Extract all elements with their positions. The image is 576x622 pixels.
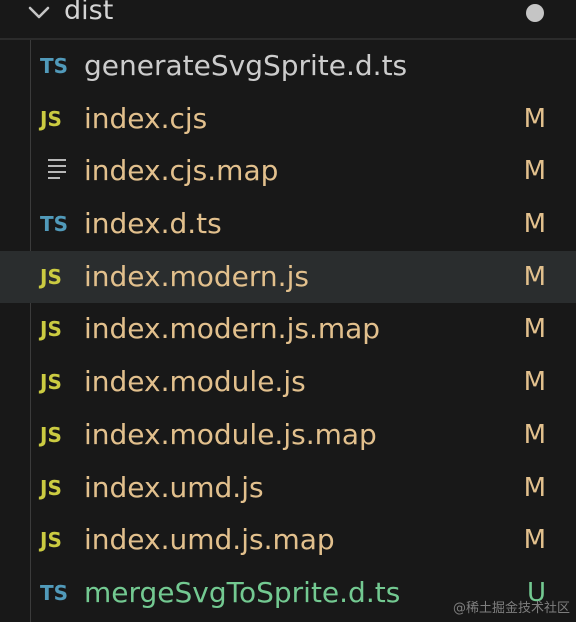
file-row[interactable]: JS index.cjs M [0,93,576,146]
file-row[interactable]: JS index.module.js M [0,356,576,409]
file-row[interactable]: JS index.modern.js M [0,250,576,304]
file-name: index.umd.js.map [84,523,335,557]
file-row[interactable]: JS index.umd.js M [0,462,576,515]
git-status-badge: M [523,261,546,292]
git-status-badge: M [523,525,546,556]
modified-dot-icon [526,4,544,22]
file-name: index.cjs [84,101,208,135]
javascript-icon: JS [40,370,62,395]
file-name: generateSvgSprite.d.ts [84,49,408,82]
file-row[interactable]: TS generateSvgSprite.d.ts [0,40,576,93]
javascript-icon: JS [40,475,62,500]
file-name: index.d.ts [84,207,222,241]
git-status-badge: M [523,367,546,398]
git-status-badge: M [523,472,546,503]
file-name: index.modern.js [84,259,309,293]
chevron-down-icon[interactable] [26,0,52,26]
javascript-icon: JS [40,264,62,289]
file-row[interactable]: TS index.d.ts M [0,198,576,251]
file-name: index.cjs.map [84,154,279,188]
file-name: index.module.js.map [84,417,377,451]
file-name: mergeSvgToSprite.d.ts [84,575,401,609]
typescript-icon: TS [40,580,69,605]
map-file-icon [48,159,80,187]
typescript-icon: TS [40,212,69,237]
typescript-icon: TS [40,54,69,78]
file-row[interactable]: index.cjs.map M [0,145,576,198]
file-name: index.module.js [84,365,306,399]
git-status-badge: M [523,156,546,187]
git-status-badge: M [523,209,546,240]
file-row[interactable]: JS index.modern.js.map M [0,303,576,356]
git-status-badge: M [523,314,546,345]
file-row[interactable]: JS index.module.js.map M [0,409,576,462]
folder-row-dist[interactable]: dist [0,0,576,38]
file-name: index.modern.js.map [84,312,381,346]
javascript-icon: JS [40,106,62,131]
javascript-icon: JS [40,422,62,447]
folder-label: dist [64,0,114,26]
git-status-badge: M [523,103,546,134]
javascript-icon: JS [40,317,62,342]
git-status-badge: M [523,419,546,450]
file-name: index.umd.js [84,470,264,504]
javascript-icon: JS [40,528,62,553]
watermark: @稀土掘金技术社区 [452,601,570,616]
file-row[interactable]: JS index.umd.js.map M [0,514,576,567]
file-list: TS generateSvgSprite.d.ts JS index.cjs Minde… [0,40,576,620]
explorer-tree: dist TS generateSvgSprite.d.ts JS index.cjs… [0,0,576,622]
